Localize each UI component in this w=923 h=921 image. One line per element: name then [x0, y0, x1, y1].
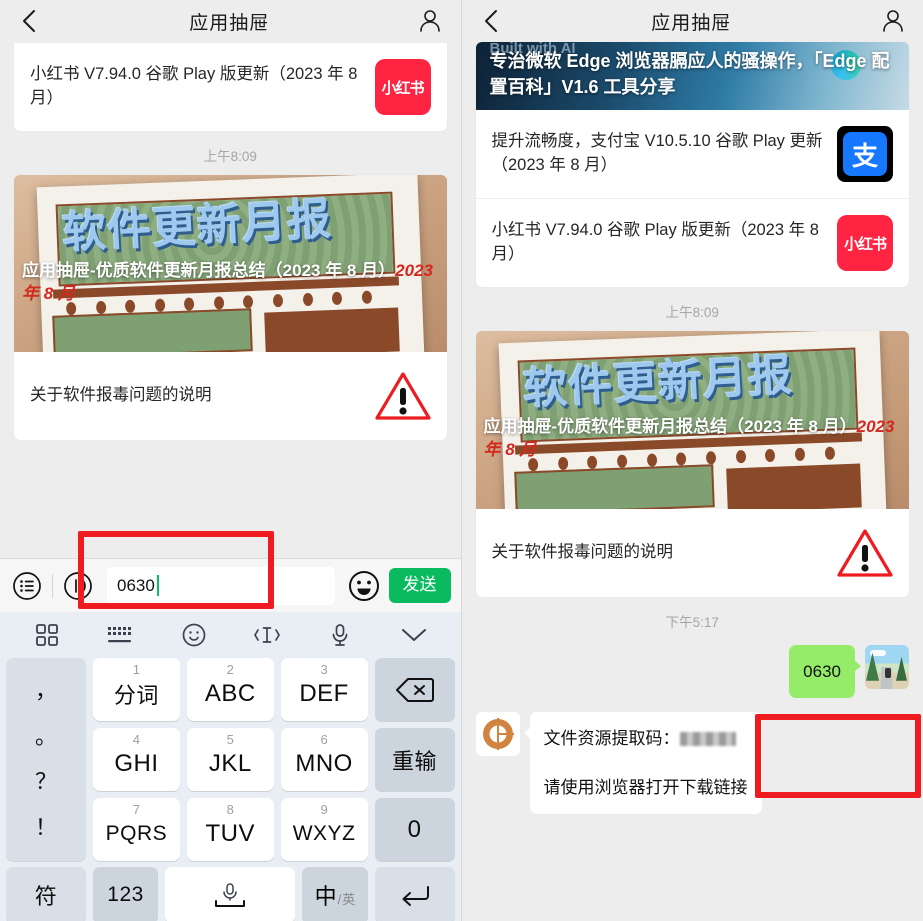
page-title: 应用抽屉	[189, 12, 270, 34]
xiaohongshu-icon: 小红书	[837, 215, 893, 271]
sent-message-bubble[interactable]: 0630	[789, 644, 861, 698]
t9-keyboard: ， 。 ？ ！ 1 分词 2 ABC 3 DEF 4 GHI 5 JKL 6 M…	[0, 612, 461, 921]
apps-grid-icon[interactable]	[29, 619, 65, 651]
space-key[interactable]	[165, 867, 296, 921]
enter-key[interactable]	[374, 867, 455, 921]
chat-scroll-area[interactable]: 支 小红书 V7.94.0 谷歌 Play 版更新（2023 年 8 月） 小红…	[0, 0, 461, 441]
dual-screenshot-comparison: 应用抽屉 支 小红书 V7.94.0 谷歌 Play 版更新（2023 年 8 …	[0, 0, 923, 921]
table-row[interactable]: 小红书 V7.94.0 谷歌 Play 版更新（2023 年 8 月） 小红书	[475, 198, 909, 287]
key-9[interactable]: 9 WXYZ	[280, 798, 368, 861]
article-banner[interactable]: Built with AI 专治微软 Edge 浏览器膈应人的骚操作，「Edge…	[475, 42, 909, 110]
text-caret	[156, 575, 159, 596]
send-button[interactable]: 发送	[388, 568, 451, 603]
timestamp: 上午8:09	[665, 305, 719, 320]
app-drawer-logo-avatar[interactable]	[475, 711, 520, 756]
right-panel: 应用抽屉 Built with AI 专治微软 Edge 浏览器膈应人的骚操作，…	[461, 0, 923, 921]
browser-hint-line: 请使用浏览器打开下载链接	[543, 778, 748, 798]
key-exclaim[interactable]: ！	[35, 817, 57, 839]
table-row[interactable]: 关于软件报毒问题的说明	[14, 352, 447, 440]
symbol-key[interactable]: 符	[6, 867, 86, 921]
voice-circle-icon[interactable]	[61, 569, 95, 603]
punctuation-column[interactable]: ， 。 ？ ！	[6, 658, 86, 861]
extraction-code-line: 文件资源提取码：	[544, 725, 748, 752]
chat-scroll-area[interactable]: Built with AI 专治微软 Edge 浏览器膈应人的骚操作，「Edge…	[462, 42, 923, 818]
numeric-key[interactable]: 123	[93, 867, 159, 921]
key-2[interactable]: 2 ABC	[186, 658, 274, 721]
key-question[interactable]: ？	[35, 771, 57, 793]
key-1[interactable]: 1 分词	[93, 658, 180, 721]
backspace-icon	[395, 677, 434, 702]
table-row[interactable]: 关于软件报毒问题的说明	[476, 509, 910, 597]
article-title: 小红书 V7.94.0 谷歌 Play 版更新（2023 年 8 月）	[30, 65, 358, 107]
key-period[interactable]: 。	[35, 725, 57, 748]
timestamp: 下午5:17	[665, 614, 719, 630]
keyboard-bottom-row: 符 123 中 / 英	[0, 867, 461, 921]
back-button[interactable]	[478, 8, 504, 34]
back-button[interactable]	[16, 8, 42, 34]
key-6[interactable]: 6 MNO	[280, 728, 368, 791]
banner-title: 专治微软 Edge 浏览器膈应人的骚操作，「Edge 配置百科」V1.6 工具分…	[489, 51, 890, 98]
table-row[interactable]: 小红书 V7.94.0 谷歌 Play 版更新（2023 年 8 月） 小红书	[14, 42, 447, 131]
key-4[interactable]: 4 GHI	[93, 728, 180, 791]
article-title: 提升流畅度，支付宝 V10.5.10 谷歌 Play 更新（2023 年 8 月…	[491, 132, 823, 174]
microphone-icon[interactable]	[322, 619, 358, 651]
article-title: 小红书 V7.94.0 谷歌 Play 版更新（2023 年 8 月）	[491, 221, 819, 263]
received-message-row: 文件资源提取码： 请使用浏览器打开下载链接	[475, 708, 910, 818]
article-title: 关于软件报毒问题的说明	[30, 386, 212, 405]
keyboard-icon[interactable]	[102, 619, 138, 651]
microphone-space-icon	[215, 883, 246, 907]
language-toggle-key[interactable]: 中 / 英	[302, 867, 368, 921]
text-cursor-icon[interactable]	[249, 619, 285, 651]
sent-message-row: 0630	[476, 641, 909, 702]
emoji-smiley-icon[interactable]	[176, 619, 212, 651]
received-message-bubble[interactable]: 文件资源提取码： 请使用浏览器打开下载链接	[523, 711, 762, 815]
list-circle-icon[interactable]	[10, 569, 44, 603]
xiaohongshu-icon: 小红书	[374, 59, 431, 115]
article-card[interactable]: Built with AI 专治微软 Edge 浏览器膈应人的骚操作，「Edge…	[475, 42, 910, 287]
key-8[interactable]: 8 TUV	[186, 798, 274, 861]
user-scenery-avatar[interactable]	[865, 644, 909, 689]
key-5[interactable]: 5 JKL	[186, 728, 274, 791]
backspace-key[interactable]	[374, 658, 455, 721]
table-row[interactable]: 提升流畅度，支付宝 V10.5.10 谷歌 Play 更新（2023 年 8 月…	[476, 110, 910, 198]
smiley-icon[interactable]	[347, 569, 381, 603]
profile-icon[interactable]	[416, 7, 444, 35]
article-overlay-title: 应用抽屉-优质软件更新月报总结（2023 年 8 月）2023 年 8 月	[483, 417, 895, 459]
timestamp: 上午8:09	[203, 149, 257, 164]
alipay-icon: 支	[837, 126, 893, 182]
keyboard-keys-grid: ， 。 ？ ！ 1 分词 2 ABC 3 DEF 4 GHI 5 JKL 6 M…	[0, 658, 461, 867]
article-hero-image: 软件更新月报 应用抽屉-优质软件更新月报总结（2023 年 8 月）2023 年…	[475, 331, 909, 509]
warning-triangle-icon	[374, 368, 431, 425]
enter-arrow-icon	[402, 886, 429, 906]
profile-icon[interactable]	[879, 7, 907, 35]
warning-triangle-icon	[837, 524, 893, 581]
message-input-bar: 0630 发送	[0, 558, 461, 612]
navigation-bar: 应用抽屉	[461, 0, 923, 42]
redo-key[interactable]: 重输	[374, 728, 455, 791]
redacted-code	[679, 731, 736, 746]
search-input[interactable]: 0630	[107, 566, 335, 605]
key-7[interactable]: 7 PQRS	[93, 798, 180, 861]
key-3[interactable]: 3 DEF	[280, 658, 368, 721]
article-overlay-title: 应用抽屉-优质软件更新月报总结（2023 年 8 月）2023 年 8 月	[22, 261, 433, 303]
divider	[52, 573, 53, 598]
article-title: 关于软件报毒问题的说明	[491, 542, 674, 561]
key-0[interactable]: 0	[374, 798, 455, 861]
article-hero-image: 软件更新月报 应用抽屉-优质软件更新月报总结（2023 年 8 月）2023 年…	[14, 175, 447, 353]
key-comma[interactable]: ，	[35, 679, 57, 702]
navigation-bar: 应用抽屉	[0, 0, 461, 42]
input-value: 0630	[117, 575, 155, 595]
feature-article-card[interactable]: 软件更新月报 应用抽屉-优质软件更新月报总结（2023 年 8 月）2023 年…	[14, 175, 447, 441]
page-title: 应用抽屉	[651, 12, 732, 34]
keyboard-toolbar	[0, 612, 461, 658]
feature-article-card[interactable]: 软件更新月报 应用抽屉-优质软件更新月报总结（2023 年 8 月）2023 年…	[475, 331, 910, 597]
left-panel: 应用抽屉 支 小红书 V7.94.0 谷歌 Play 版更新（2023 年 8 …	[0, 0, 462, 921]
chevron-down-icon[interactable]	[396, 619, 432, 651]
